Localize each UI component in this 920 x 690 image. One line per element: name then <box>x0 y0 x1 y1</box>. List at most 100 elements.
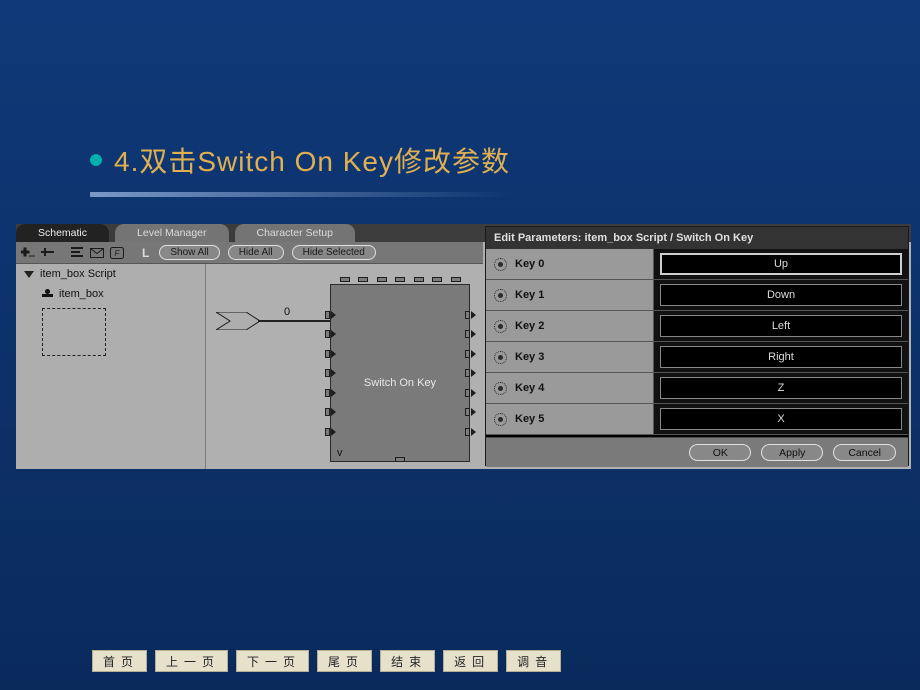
param-label-cell: Key 3 <box>486 342 654 372</box>
target-icon[interactable] <box>494 413 507 426</box>
schematic-wire-label: 0 <box>284 306 290 318</box>
button-label: 结束 <box>388 653 427 670</box>
param-label: Key 1 <box>515 289 544 301</box>
nav-end-button[interactable]: 结束 <box>380 650 435 672</box>
param-row: Key 3 Right <box>486 342 908 373</box>
nav-prev-button[interactable]: 上一页 <box>155 650 228 672</box>
param-row: Key 2 Left <box>486 311 908 342</box>
param-label: Key 5 <box>515 413 544 425</box>
tab-label: Character Setup <box>257 227 333 239</box>
tree-panel: item_box Script item_box <box>16 264 206 469</box>
param-value: Down <box>767 289 795 301</box>
editor-panel: Schematic Level Manager Character Setup … <box>16 224 911 469</box>
tree-item-label: item_box <box>59 288 104 300</box>
button-label: Hide All <box>239 247 273 258</box>
nav-first-button[interactable]: 首页 <box>92 650 147 672</box>
target-icon[interactable] <box>494 351 507 364</box>
button-label: 尾页 <box>325 653 364 670</box>
tree-root-item[interactable]: item_box Script <box>16 264 205 282</box>
button-label: 下一页 <box>244 653 301 670</box>
param-value: Right <box>768 351 794 363</box>
param-value-field[interactable]: X <box>660 408 902 430</box>
target-icon[interactable] <box>494 320 507 333</box>
param-value-field[interactable]: Up <box>660 253 902 275</box>
toolbar: F L Show All Hide All Hide Selected <box>16 242 483 264</box>
f-square-icon[interactable]: F <box>109 246 125 260</box>
param-value-field[interactable]: Z <box>660 377 902 399</box>
param-value-field[interactable]: Left <box>660 315 902 337</box>
button-label: Apply <box>779 447 805 459</box>
param-label: Key 0 <box>515 258 544 270</box>
param-value-field[interactable]: Right <box>660 346 902 368</box>
tab-label: Schematic <box>38 227 87 239</box>
toolbar-l-label[interactable]: L <box>142 246 149 260</box>
caret-down-icon <box>24 271 34 278</box>
param-label-cell: Key 0 <box>486 249 654 279</box>
tab-label: Level Manager <box>137 227 206 239</box>
param-label-cell: Key 2 <box>486 311 654 341</box>
param-label: Key 2 <box>515 320 544 332</box>
bullet-icon <box>90 154 102 166</box>
edit-parameters-rows: Key 0 Up Key 1 Down Key 2 Left <box>486 249 908 437</box>
param-row: Key 0 Up <box>486 249 908 280</box>
show-all-button[interactable]: Show All <box>159 245 219 260</box>
schematic-canvas[interactable]: 0 Switch On Key v <box>206 264 483 469</box>
node-pins-right <box>465 299 475 447</box>
button-label: Show All <box>170 247 208 258</box>
slide-heading: 4.双击Switch On Key修改参数 <box>114 140 510 180</box>
param-label: Key 4 <box>515 382 544 394</box>
button-label: 上一页 <box>163 653 220 670</box>
param-label-cell: Key 1 <box>486 280 654 310</box>
schematic-node[interactable]: Switch On Key v <box>330 284 470 462</box>
ok-button[interactable]: OK <box>689 444 751 461</box>
schematic-input-shape[interactable] <box>216 312 260 330</box>
edit-parameters-panel: Edit Parameters: item_box Script / Switc… <box>485 226 909 466</box>
nav-audio-button[interactable]: 调音 <box>506 650 561 672</box>
mail-icon[interactable] <box>89 246 105 260</box>
tab-level-manager[interactable]: Level Manager <box>115 224 228 242</box>
node-pins-left <box>325 299 335 447</box>
button-label: 调音 <box>514 653 553 670</box>
target-icon[interactable] <box>494 289 507 302</box>
nav-next-button[interactable]: 下一页 <box>236 650 309 672</box>
person-icon <box>42 289 53 300</box>
button-label: Hide Selected <box>303 247 365 258</box>
align-icon[interactable] <box>69 246 85 260</box>
button-label: 返回 <box>451 653 490 670</box>
hide-selected-button[interactable]: Hide Selected <box>292 245 376 260</box>
param-value: Up <box>774 258 788 270</box>
param-value: Z <box>778 382 785 394</box>
target-icon[interactable] <box>494 382 507 395</box>
edit-parameters-title: Edit Parameters: item_box Script / Switc… <box>486 227 908 249</box>
param-label: Key 3 <box>515 351 544 363</box>
cancel-button[interactable]: Cancel <box>833 444 896 461</box>
tree-item-label: item_box Script <box>40 268 116 280</box>
param-label-cell: Key 5 <box>486 404 654 434</box>
tab-character-setup[interactable]: Character Setup <box>235 224 355 242</box>
node-pins-bottom <box>331 457 469 469</box>
bottom-nav: 首页 上一页 下一页 尾页 结束 返回 调音 <box>92 650 561 672</box>
slide-heading-block: 4.双击Switch On Key修改参数 <box>90 140 902 197</box>
heading-underline <box>90 192 510 197</box>
param-row: Key 4 Z <box>486 373 908 404</box>
add-plus-icon[interactable] <box>20 246 36 260</box>
button-label: OK <box>713 447 728 459</box>
param-value: X <box>777 413 784 425</box>
param-value: Left <box>772 320 790 332</box>
tree-child-item[interactable]: item_box <box>16 282 205 302</box>
node-pins-top <box>331 277 469 289</box>
param-row: Key 1 Down <box>486 280 908 311</box>
tree-placeholder-box <box>42 308 106 356</box>
nav-last-button[interactable]: 尾页 <box>317 650 372 672</box>
nav-back-button[interactable]: 返回 <box>443 650 498 672</box>
param-row: Key 5 X <box>486 404 908 435</box>
add-minus-icon[interactable] <box>40 246 56 260</box>
target-icon[interactable] <box>494 258 507 271</box>
tab-schematic[interactable]: Schematic <box>16 224 109 242</box>
button-label: 首页 <box>100 653 139 670</box>
apply-button[interactable]: Apply <box>761 444 823 461</box>
edit-parameters-footer: OK Apply Cancel <box>486 437 908 467</box>
hide-all-button[interactable]: Hide All <box>228 245 284 260</box>
param-value-field[interactable]: Down <box>660 284 902 306</box>
button-label: Cancel <box>848 447 881 459</box>
